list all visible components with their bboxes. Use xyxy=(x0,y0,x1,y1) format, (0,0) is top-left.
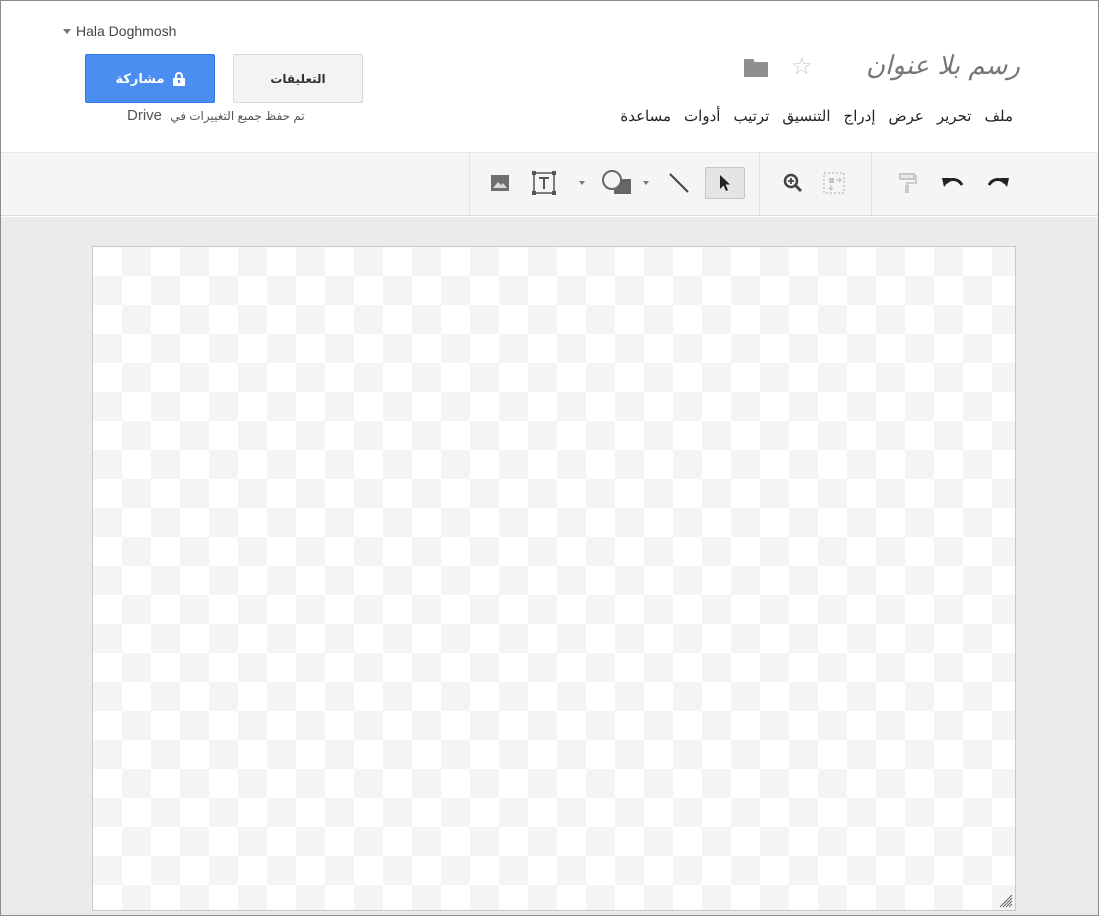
menu-item-format[interactable]: التنسيق xyxy=(782,107,830,125)
fit-canvas-icon xyxy=(823,172,845,194)
zoom-icon xyxy=(783,173,803,193)
shape-icon xyxy=(602,170,631,194)
menu-item-insert[interactable]: إدراج xyxy=(844,107,876,125)
comments-button-label: التعليقات xyxy=(270,71,326,86)
document-title[interactable]: رسم بلا عنوان xyxy=(866,51,1020,81)
folder-icon[interactable] xyxy=(744,59,768,77)
menu-bar: ملف تحرير عرض إدراج التنسيق ترتيب أدوات … xyxy=(620,107,1013,125)
drawings-app-window: Hala Doghmosh مشاركة التعليقات ☆ رسم بلا… xyxy=(0,0,1099,916)
save-status[interactable]: تم حفظ جميع التغييرات في Drive xyxy=(127,107,305,124)
fit-canvas-button[interactable] xyxy=(819,167,849,199)
image-icon xyxy=(491,175,509,191)
menu-item-edit[interactable]: تحرير xyxy=(937,107,972,125)
menu-item-tools[interactable]: أدوات xyxy=(684,107,720,125)
text-box-icon xyxy=(532,171,556,195)
shape-dropdown[interactable] xyxy=(641,167,651,199)
line-button[interactable] xyxy=(665,167,693,199)
insert-image-button[interactable] xyxy=(485,167,515,199)
app-header: Hala Doghmosh مشاركة التعليقات ☆ رسم بلا… xyxy=(1,1,1098,153)
save-status-text: تم حفظ جميع التغييرات في xyxy=(170,109,305,123)
toolbar-divider xyxy=(759,153,760,216)
redo-icon xyxy=(987,178,1009,187)
undo-button[interactable] xyxy=(938,167,968,199)
drawing-canvas[interactable] xyxy=(92,246,1016,911)
chevron-down-icon xyxy=(63,28,71,34)
select-button[interactable] xyxy=(705,167,745,199)
save-status-service: Drive xyxy=(127,107,163,124)
undo-icon xyxy=(942,178,964,187)
shape-button[interactable] xyxy=(597,167,637,199)
menu-item-help[interactable]: مساعدة xyxy=(620,107,671,125)
toolbar-divider xyxy=(871,153,872,216)
account-switcher[interactable]: Hala Doghmosh xyxy=(63,23,176,39)
text-box-dropdown[interactable] xyxy=(577,167,587,199)
paint-format-icon xyxy=(899,173,917,193)
share-button[interactable]: مشاركة xyxy=(85,54,215,103)
menu-item-view[interactable]: عرض xyxy=(889,107,924,125)
toolbar xyxy=(1,153,1098,216)
chevron-down-icon xyxy=(643,181,649,185)
text-box-button[interactable] xyxy=(527,167,561,199)
account-name: Hala Doghmosh xyxy=(76,23,177,39)
resize-handle-icon[interactable] xyxy=(997,892,1013,908)
share-button-label: مشاركة xyxy=(115,70,165,86)
chevron-down-icon xyxy=(579,181,585,185)
zoom-button[interactable] xyxy=(779,167,807,199)
menu-item-arrange[interactable]: ترتيب xyxy=(733,107,769,125)
select-pointer-icon xyxy=(720,175,730,191)
paint-format-button[interactable] xyxy=(893,167,921,199)
workspace xyxy=(1,217,1098,915)
redo-button[interactable] xyxy=(983,167,1013,199)
toolbar-divider xyxy=(469,153,470,216)
comments-button[interactable]: التعليقات xyxy=(233,54,363,103)
menu-item-file[interactable]: ملف xyxy=(984,107,1013,125)
line-icon xyxy=(669,173,689,193)
lock-icon xyxy=(172,71,185,86)
star-icon[interactable]: ☆ xyxy=(791,55,813,79)
